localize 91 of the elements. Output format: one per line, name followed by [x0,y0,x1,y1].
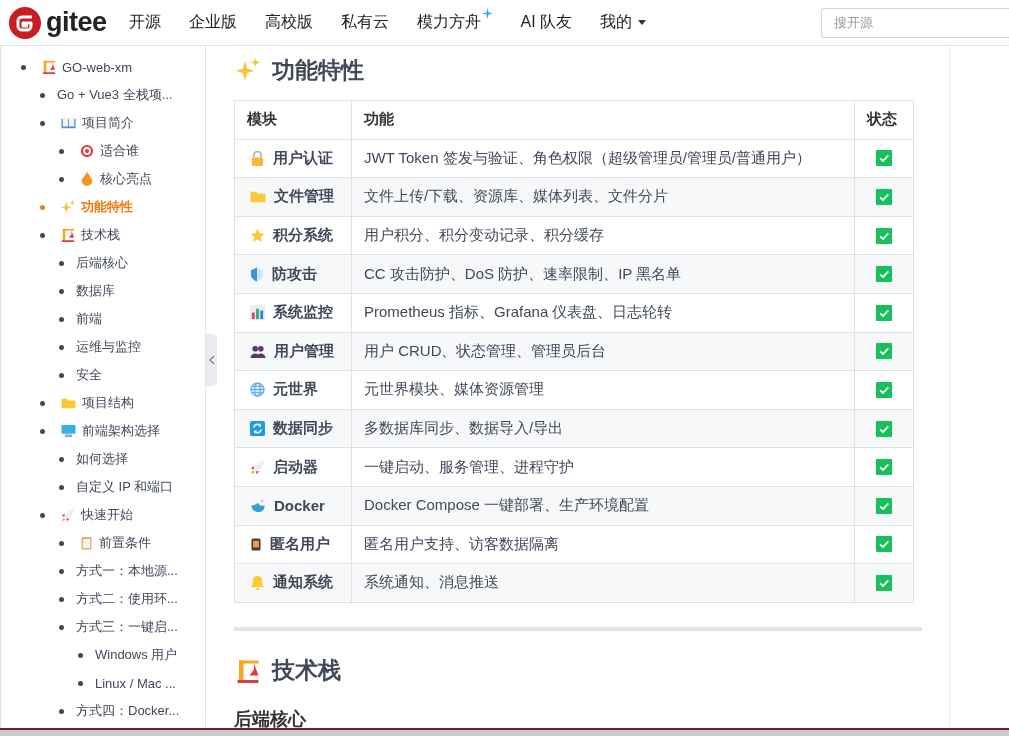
feature-text: 元世界模块、媒体资源管理 [364,380,544,398]
sidebar-item[interactable]: 适合谁 [100,142,139,160]
bell-icon [250,575,265,591]
feature-text: 匿名用户支持、访客数据隔离 [364,534,559,552]
shield-icon [250,266,264,282]
sidebar-item[interactable]: 自定义 IP 和端口 [76,478,174,496]
brand-name[interactable]: gitee [46,7,107,38]
folder-icon [250,189,266,205]
chevron-left-icon [208,355,215,365]
folder-icon [61,396,76,410]
feature-text: Prometheus 指标、Grafana 仪表盘、日志轮转 [364,303,673,321]
module-name: 防攻击 [272,264,317,284]
target-icon [80,144,94,158]
sidebar-item[interactable]: 运维与监控 [76,338,141,356]
sparkles-icon [236,58,260,82]
rocket-icon [61,508,75,522]
collapse-handle[interactable] [206,334,217,386]
nav-link[interactable]: 我的 [600,12,647,33]
fire-icon [80,172,94,186]
nav-link[interactable]: 私有云 [340,12,389,33]
column-header: 功能 [351,100,855,140]
feature-text: 系统通知、消息推送 [364,573,499,591]
gitee-logo-icon[interactable] [9,6,41,39]
module-name: 数据同步 [273,419,333,439]
book-icon [61,116,76,130]
clipboard-icon [80,536,93,550]
feature-text: 一键启动、服务管理、进程守护 [364,457,574,475]
sidebar-item[interactable]: GO-web-xm [62,59,133,75]
feature-text: CC 攻击防护、DoS 防护、速率限制、IP 黑名单 [364,264,682,282]
sidebar-item[interactable]: Linux / Mac ... [95,675,176,691]
feature-text: 多数据库同步、数据导入/导出 [364,419,564,437]
sidebar-item[interactable]: 方式一：本地源... [76,562,178,580]
column-header: 模块 [234,100,352,140]
module-name: 启动器 [273,457,318,477]
module-name: 积分系统 [273,226,333,246]
feature-text: JWT Token 签发与验证、角色权限（超级管理员/管理员/普通用户） [364,148,811,166]
sidebar-item[interactable]: 核心亮点 [100,170,152,188]
caret-icon [638,20,647,25]
nav-link[interactable]: 高校版 [264,12,313,33]
sidebar-item[interactable]: 数据库 [76,282,115,300]
sidebar-item[interactable]: 如何选择 [76,450,128,468]
sync-icon [250,421,265,437]
sidebar-item[interactable]: 技术栈 [81,226,120,244]
module-name: Docker [274,497,325,515]
sidebar-item[interactable]: 前端 [76,310,102,328]
nav-link[interactable]: AI 队友 [520,12,573,33]
sidebar-item[interactable]: 方式四：Docker... [76,702,180,720]
bar-chart-icon [250,305,265,321]
module-name: 系统监控 [273,303,333,323]
globe-icon [250,382,265,398]
sparkle-icon [481,8,493,19]
crane-icon [42,60,56,74]
nav-link[interactable]: 模力方舟 [416,12,493,33]
nav-link[interactable]: 开源 [128,12,161,33]
module-name: 用户认证 [273,148,333,168]
sidebar-item[interactable]: Windows 用户 [95,646,178,664]
subheading: 后端核心 [234,707,307,728]
sidebar-item[interactable]: 安全 [76,366,102,384]
sidebar-item[interactable]: 后端核心 [76,254,128,272]
sidebar-item[interactable]: Go + Vue3 全栈项... [57,86,173,104]
star-icon [250,228,265,244]
lock-icon [250,150,265,166]
monitor-icon [61,424,76,438]
rocket-icon [250,459,265,475]
feature-text: 用户积分、积分变动记录、积分缓存 [364,226,604,244]
column-header: 状态 [854,100,914,140]
module-name: 文件管理 [274,187,334,207]
sparkles-icon [61,200,75,214]
crane-icon [236,658,260,683]
module-name: 用户管理 [274,341,334,361]
sidebar-item[interactable]: 方式三：一键启... [76,618,178,636]
feature-text: 用户 CRUD、状态管理、管理员后台 [364,341,607,359]
sidebar-item[interactable]: 前置条件 [99,534,151,552]
people-icon [250,343,266,359]
module-name: 元世界 [273,380,318,400]
section-title: 功能特性 [272,55,364,85]
module-name: 匿名用户 [270,534,330,554]
sidebar-item[interactable]: 快速开始 [81,506,133,524]
feature-text: 文件上传/下载、资源库、媒体列表、文件分片 [364,187,669,205]
module-name: 通知系统 [273,573,333,593]
phone-icon [250,536,262,552]
feature-text: Docker Compose 一键部署、生产环境配置 [364,496,650,514]
sidebar-item[interactable]: 方式二：使用环... [76,590,178,608]
whale-icon [250,498,266,514]
sidebar-item[interactable]: 项目简介 [82,114,134,132]
search-field[interactable]: 搜开源 [821,7,1009,38]
sidebar-item[interactable]: 前端架构选择 [82,422,160,440]
sidebar-item[interactable]: 项目结构 [82,394,134,412]
section-title: 技术栈 [272,656,341,686]
nav-link[interactable]: 企业版 [188,12,237,33]
crane-icon [61,228,75,242]
